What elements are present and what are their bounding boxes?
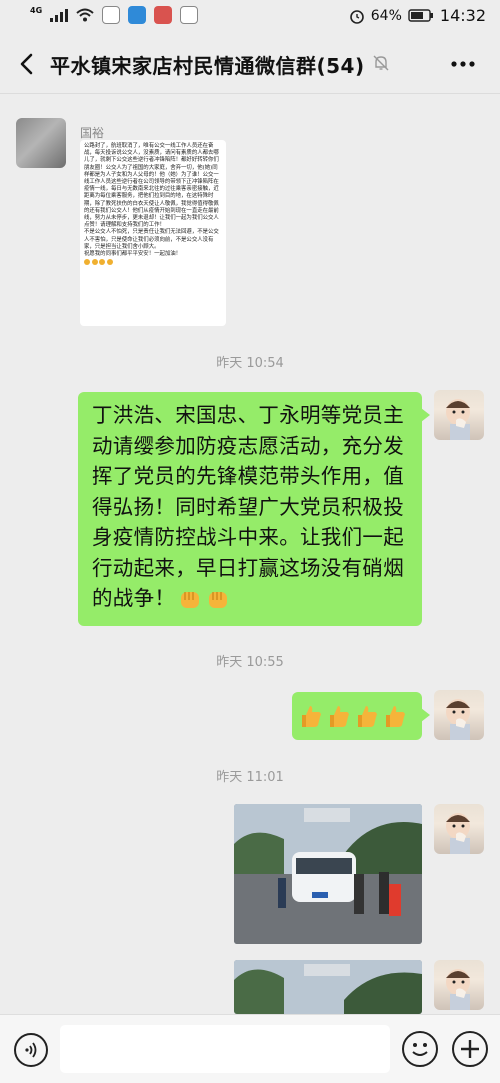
message-input[interactable] [60, 1025, 390, 1073]
timestamp: 昨天 10:54 [216, 356, 284, 371]
qq-icon [102, 6, 121, 24]
input-bar [0, 1014, 500, 1083]
battery-percent: 64% [370, 7, 402, 24]
timestamp: 昨天 10:55 [216, 655, 284, 670]
app-icon [180, 6, 199, 24]
baby-photo [446, 969, 470, 1010]
status-bar: 4G 64% 14:32 [0, 0, 500, 34]
sender-name: 国裕 [80, 126, 105, 140]
signal-icon [50, 8, 69, 22]
baby-photo [446, 699, 470, 740]
checkpoint-photo[interactable] [234, 804, 422, 944]
battery-icon [408, 9, 433, 22]
timestamp: 昨天 11:01 [216, 770, 284, 785]
message-text: 丁洪浩、宋国忠、丁永明等党员主动请缨参加防疫志愿活动，充分发挥了党员的先锋模范带… [92, 403, 404, 610]
more-dots-icon[interactable] [448, 50, 478, 78]
my-avatar[interactable] [434, 690, 484, 740]
alarm-icon [349, 9, 364, 24]
emoji-row [84, 259, 222, 268]
chevron-left-icon[interactable] [14, 50, 42, 78]
browser-icon [128, 6, 147, 24]
baby-photo [446, 813, 470, 854]
checkpoint-photo[interactable] [234, 960, 422, 1014]
voice-icon[interactable] [14, 1033, 48, 1067]
thumbs-up-emoji [302, 706, 321, 727]
thumbs-up-emoji [386, 706, 405, 727]
fist-emoji [175, 584, 231, 615]
my-avatar[interactable] [434, 390, 484, 440]
thumbs-up-emoji [330, 706, 349, 727]
plus-icon[interactable] [452, 1031, 488, 1067]
chat-header: 平水镇宋家店村民情通微信群(54) [0, 34, 500, 94]
my-avatar[interactable] [434, 804, 484, 854]
text-image-content: 公路封了，航班取消了，唯有公交一线工作人员还在奋战，每天投诉说公交人，没素质，请… [84, 143, 219, 258]
thumbs-up-message[interactable] [292, 692, 430, 740]
bell-off-icon [373, 55, 389, 71]
baby-photo [446, 399, 470, 440]
news-icon [154, 6, 173, 24]
sender-avatar[interactable] [16, 118, 66, 168]
chat-title: 平水镇宋家店村民情通微信群(54) [50, 54, 365, 78]
wifi-icon [76, 8, 94, 22]
thumbs-up-emoji [358, 706, 377, 727]
sent-text-message[interactable]: 丁洪浩、宋国忠、丁永明等党员主动请缨参加防疫志愿活动，充分发挥了党员的先锋模范带… [78, 392, 430, 626]
clock: 14:32 [439, 6, 486, 25]
smiley-icon[interactable] [402, 1031, 438, 1067]
text-image-message[interactable]: 公路封了，航班取消了，唯有公交一线工作人员还在奋战，每天投诉说公交人，没素质，请… [80, 140, 226, 326]
network-label: 4G [30, 5, 43, 15]
my-avatar[interactable] [434, 960, 484, 1010]
